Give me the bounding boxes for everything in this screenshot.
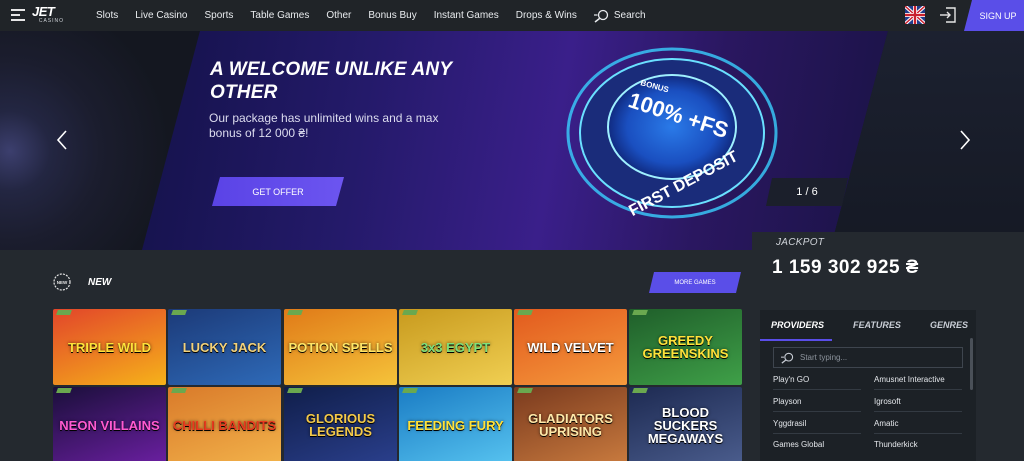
divider xyxy=(874,433,962,434)
login-icon[interactable] xyxy=(939,6,957,24)
slide-counter: 1 / 6 xyxy=(766,178,848,206)
top-header: JET CASINO Slots Live Casino Sports Tabl… xyxy=(0,0,1024,31)
nav-item-bonus-buy[interactable]: Bonus Buy xyxy=(368,10,416,21)
new-tag xyxy=(171,388,187,393)
game-tile[interactable]: TRIPLE WILD xyxy=(53,309,166,385)
divider xyxy=(874,389,962,390)
game-tile[interactable]: 3x3 EGYPT xyxy=(399,309,512,385)
divider xyxy=(773,389,861,390)
nav-search[interactable]: Search xyxy=(593,9,646,23)
provider-search-input[interactable] xyxy=(800,353,950,362)
game-title: NEON VILLAINS xyxy=(59,417,160,433)
nav-item-sports[interactable]: Sports xyxy=(205,10,234,21)
new-tag xyxy=(56,310,72,315)
game-title: FEEDING FURY xyxy=(407,417,504,433)
section-title-new: NEW xyxy=(88,277,112,288)
active-tab-indicator xyxy=(760,339,832,341)
new-tag xyxy=(632,310,648,315)
provider-search-field[interactable] xyxy=(773,347,963,368)
carousel-next-icon[interactable] xyxy=(959,130,971,150)
game-tile[interactable]: GLADIATORS UPRISING xyxy=(514,387,627,461)
new-tag xyxy=(287,310,303,315)
hero-text: Our package has unlimited wins and a max… xyxy=(209,111,439,140)
provider-yggdrasil[interactable]: Yggdrasil xyxy=(773,419,806,428)
game-tile[interactable]: LUCKY JACK xyxy=(168,309,281,385)
jackpot-label: JACKPOT xyxy=(776,237,825,248)
nav-item-slots[interactable]: Slots xyxy=(96,10,118,21)
provider-playson[interactable]: Playson xyxy=(773,397,801,406)
new-tag xyxy=(632,388,648,393)
game-title: CHILLI BANDITS xyxy=(172,417,277,433)
game-title: GREEDY GREENSKINS xyxy=(642,333,729,361)
provider-games-global[interactable]: Games Global xyxy=(773,440,824,449)
game-tile[interactable]: NEON VILLAINS xyxy=(53,387,166,461)
nav-item-table-games[interactable]: Table Games xyxy=(250,10,309,21)
divider xyxy=(773,411,861,412)
provider-igrosoft[interactable]: Igrosoft xyxy=(874,397,901,406)
new-tag xyxy=(287,388,303,393)
new-badge-icon: NEW xyxy=(53,273,71,291)
game-tile[interactable]: FEEDING FURY xyxy=(399,387,512,461)
game-title: 3x3 EGYPT xyxy=(420,339,491,355)
divider xyxy=(773,433,861,434)
search-icon xyxy=(781,352,794,364)
new-tag xyxy=(402,388,418,393)
game-title: POTION SPELLS xyxy=(288,339,393,355)
game-title: BLOOD SUCKERS MEGAWAYS xyxy=(647,404,724,446)
nav-item-live-casino[interactable]: Live Casino xyxy=(135,10,187,21)
new-icon-text: NEW xyxy=(57,280,68,285)
signup-button[interactable]: SIGN UP xyxy=(964,0,1024,31)
game-tile[interactable]: POTION SPELLS xyxy=(284,309,397,385)
new-tag xyxy=(517,388,533,393)
game-tile[interactable]: CHILLI BANDITS xyxy=(168,387,281,461)
more-games-button[interactable]: MORE GAMES xyxy=(649,272,741,293)
new-tag xyxy=(171,310,187,315)
get-offer-button[interactable]: GET OFFER xyxy=(212,177,344,206)
game-tile[interactable]: WILD VELVET xyxy=(514,309,627,385)
game-title: TRIPLE WILD xyxy=(67,339,152,355)
nav-item-drops-wins[interactable]: Drops & Wins xyxy=(516,10,577,21)
uk-flag-icon[interactable] xyxy=(905,6,925,24)
new-tag xyxy=(402,310,418,315)
search-icon xyxy=(593,9,609,23)
menu-icon[interactable] xyxy=(11,9,25,21)
logo[interactable]: JET CASINO xyxy=(32,5,64,25)
game-tile[interactable]: GLORIOUS LEGENDS xyxy=(284,387,397,461)
logo-text: JET xyxy=(32,4,55,19)
main-nav: Slots Live Casino Sports Table Games Oth… xyxy=(96,0,646,31)
games-grid: TRIPLE WILD LUCKY JACK POTION SPELLS 3x3 EG… xyxy=(53,309,742,461)
divider xyxy=(874,411,962,412)
nav-item-other[interactable]: Other xyxy=(326,10,351,21)
providers-tabs: PROVIDERS FEATURES GENRES xyxy=(760,310,976,341)
carousel-prev-icon[interactable] xyxy=(56,130,68,150)
game-title: GLORIOUS LEGENDS xyxy=(305,411,376,439)
hero-carousel xyxy=(0,31,1024,250)
game-title: LUCKY JACK xyxy=(182,339,267,355)
provider-playngo[interactable]: Play'n GO xyxy=(773,375,809,384)
search-label: Search xyxy=(613,10,646,21)
new-tag xyxy=(517,310,533,315)
provider-amatic[interactable]: Amatic xyxy=(874,419,898,428)
jackpot-value: 1 159 302 925 ₴ xyxy=(772,257,919,278)
game-tile[interactable]: BLOOD SUCKERS MEGAWAYS xyxy=(629,387,742,461)
new-tag xyxy=(56,388,72,393)
provider-amusnet[interactable]: Amusnet Interactive xyxy=(874,375,945,384)
bonus-badge-image: BONUS 100% +FS FIRST DEPOSIT xyxy=(566,47,778,220)
tab-features[interactable]: FEATURES xyxy=(853,320,901,330)
nav-item-instant-games[interactable]: Instant Games xyxy=(434,10,499,21)
tab-genres[interactable]: GENRES xyxy=(930,320,968,330)
game-title: GLADIATORS UPRISING xyxy=(528,411,613,439)
game-title: WILD VELVET xyxy=(527,339,614,355)
tab-providers[interactable]: PROVIDERS xyxy=(771,320,824,330)
providers-panel: PROVIDERS FEATURES GENRES Play'n GO Amus… xyxy=(760,310,976,461)
game-tile[interactable]: GREEDY GREENSKINS xyxy=(629,309,742,385)
providers-scrollbar[interactable] xyxy=(970,338,973,390)
provider-thunderkick[interactable]: Thunderkick xyxy=(874,440,918,449)
hero-title: A WELCOME UNLIKE ANY OTHER xyxy=(210,59,452,103)
